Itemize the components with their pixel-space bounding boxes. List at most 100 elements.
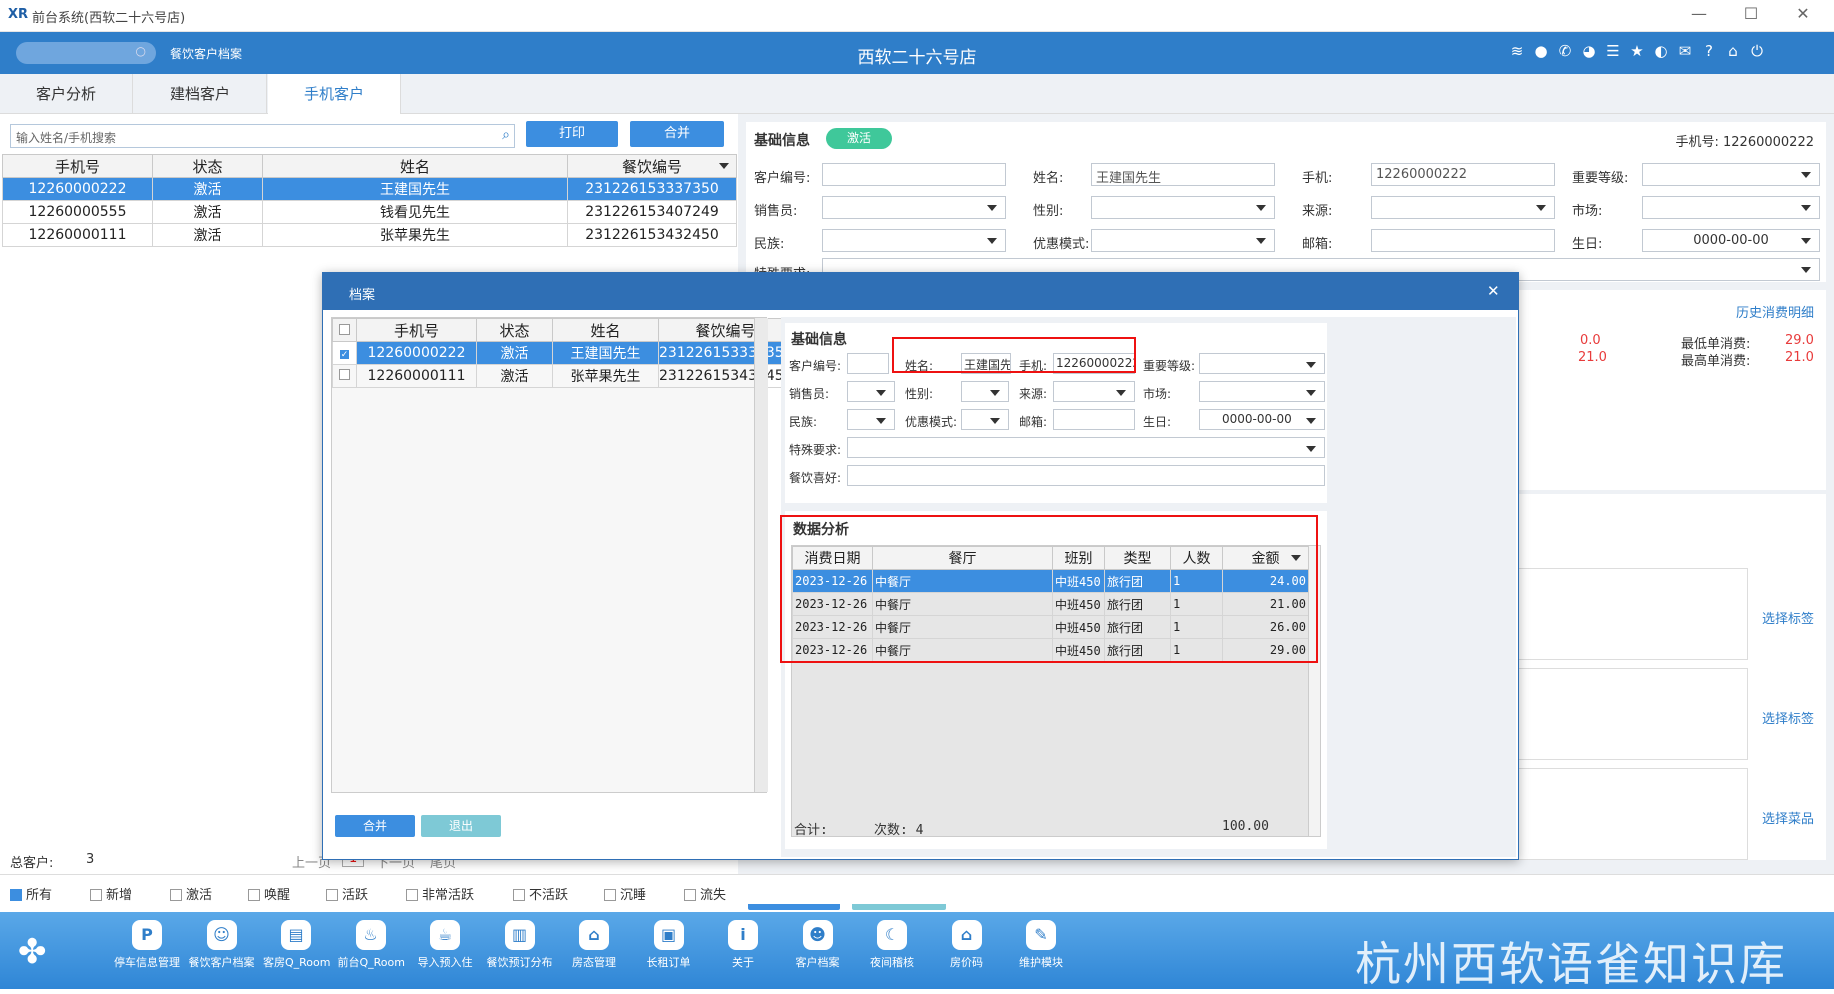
close-button[interactable]: ✕: [1780, 4, 1826, 28]
apps-grid-icon[interactable]: ✤: [18, 932, 58, 972]
phone-icon[interactable]: ✆: [1554, 42, 1576, 64]
select-tag-link[interactable]: 选择标签: [1762, 708, 1814, 727]
table-row[interactable]: 12260000111 激活 张苹果先生 231226153432450: [2, 223, 737, 247]
special-select[interactable]: [847, 437, 1325, 458]
discount-select[interactable]: [1091, 229, 1275, 252]
discount-select[interactable]: [961, 409, 1009, 430]
preference-input[interactable]: [847, 465, 1325, 486]
info-icon[interactable]: i: [728, 920, 758, 950]
dock-item[interactable]: ♨ 前台Q_Room: [338, 920, 405, 970]
contact-icon[interactable]: ☻: [802, 920, 833, 950]
source-select[interactable]: [1371, 196, 1555, 219]
dock-item[interactable]: ☺ 餐饮客户档案: [189, 920, 255, 970]
chat-icon[interactable]: ●: [1530, 42, 1552, 64]
dock-item[interactable]: P 停车信息管理: [114, 920, 180, 970]
cup-icon[interactable]: ☕: [430, 920, 460, 950]
merge-button[interactable]: 合并: [630, 121, 724, 147]
sales-select[interactable]: [822, 196, 1006, 219]
dock-item[interactable]: ☾ 夜间稽核: [859, 920, 925, 970]
dock-item[interactable]: ▥ 餐饮预订分布: [487, 920, 553, 970]
moon-icon[interactable]: ☾: [877, 920, 907, 950]
select-all-checkbox[interactable]: [332, 318, 357, 342]
bag-icon[interactable]: ▣: [653, 920, 684, 950]
level-select[interactable]: [1642, 163, 1820, 186]
dock-item[interactable]: ☻ 客户档案: [785, 920, 851, 970]
name-input[interactable]: 王建国先生: [1091, 163, 1275, 186]
column-header[interactable]: 类型: [1104, 546, 1171, 570]
mobile-input[interactable]: 12260000222: [1371, 163, 1555, 186]
filter-checkbox[interactable]: 所有: [10, 884, 52, 903]
moon-icon[interactable]: ◐: [1650, 42, 1672, 64]
checkbox-icon[interactable]: [10, 889, 22, 901]
wifi-icon[interactable]: ≋: [1506, 42, 1528, 64]
column-header[interactable]: 餐饮编号: [567, 154, 737, 178]
market-select[interactable]: [1642, 196, 1820, 219]
scrollbar[interactable]: [754, 318, 768, 792]
filter-checkbox[interactable]: 激活: [170, 884, 212, 903]
table-row[interactable]: 12260000222 激活 王建国先生 231226153337350: [2, 177, 737, 201]
gender-select[interactable]: [961, 381, 1009, 402]
table-row[interactable]: 2023-12-26 中餐厅 中班450 旅行团 1 26.00: [792, 615, 1309, 639]
column-header[interactable]: 消费日期: [792, 546, 873, 570]
filter-checkbox[interactable]: 沉睡: [604, 884, 646, 903]
dock-item[interactable]: ⌂ 房态管理: [561, 920, 627, 970]
source-select[interactable]: [1053, 381, 1135, 402]
search-icon[interactable]: ⌕: [502, 127, 510, 143]
dialog-close-button[interactable]: ✕: [1487, 282, 1500, 300]
dock-item[interactable]: ☕ 导入预入住: [412, 920, 478, 970]
column-header[interactable]: 餐饮编号: [658, 318, 793, 342]
tab-mobile-customers[interactable]: 手机客户: [268, 74, 401, 114]
scrollbar[interactable]: [1308, 546, 1320, 836]
market-select[interactable]: [1199, 381, 1325, 402]
user-icon[interactable]: ☺: [206, 920, 237, 950]
filter-checkbox[interactable]: 唤醒: [248, 884, 290, 903]
history-link[interactable]: 历史消费明细: [1736, 302, 1814, 321]
birthday-picker[interactable]: 0000-00-00: [1199, 409, 1325, 430]
print-button[interactable]: 打印: [526, 121, 618, 147]
wrench-icon[interactable]: ✎: [1026, 920, 1056, 950]
column-header[interactable]: 手机号: [2, 154, 153, 178]
checkbox-icon[interactable]: [170, 889, 182, 901]
table-row[interactable]: 12260000111 激活 张苹果先生 231226153432450: [332, 364, 802, 388]
dock-item[interactable]: ✎ 维护模块: [1008, 920, 1074, 970]
column-header[interactable]: 状态: [152, 154, 263, 178]
power-icon[interactable]: ⏻: [1746, 42, 1768, 64]
column-header[interactable]: 姓名: [552, 318, 659, 342]
checkbox-icon[interactable]: [406, 889, 418, 901]
select-dish-link[interactable]: 选择菜品: [1762, 808, 1814, 827]
tab-archived-customers[interactable]: 建档客户: [134, 74, 267, 114]
sales-select[interactable]: [847, 381, 895, 402]
customer-no-input[interactable]: [847, 353, 889, 374]
level-select[interactable]: [1199, 353, 1325, 374]
filter-checkbox[interactable]: 非常活跃: [406, 884, 474, 903]
dialog-exit-button[interactable]: 退出: [421, 815, 501, 837]
checkbox-icon[interactable]: [513, 889, 525, 901]
email-input[interactable]: [1371, 229, 1555, 252]
birthday-picker[interactable]: 0000-00-00: [1642, 229, 1820, 252]
filter-checkbox[interactable]: 新增: [90, 884, 132, 903]
email-input[interactable]: [1053, 409, 1135, 430]
home-icon[interactable]: ⌂: [1722, 42, 1744, 64]
filter-checkbox[interactable]: 不活跃: [513, 884, 568, 903]
home-icon[interactable]: ⌂: [951, 920, 982, 950]
table-row[interactable]: ✓ 12260000222 激活 王建国先生 231226153337350: [332, 341, 802, 365]
checkbox-icon[interactable]: [248, 889, 260, 901]
select-tag-link[interactable]: 选择标签: [1762, 608, 1814, 627]
tab-customer-analysis[interactable]: 客户分析: [0, 74, 133, 114]
filter-checkbox[interactable]: 活跃: [326, 884, 368, 903]
filter-checkbox[interactable]: 流失: [684, 884, 726, 903]
chart-icon[interactable]: ▥: [504, 920, 535, 950]
dock-item[interactable]: ▤ 客房Q_Room: [263, 920, 330, 970]
help-icon[interactable]: ?: [1698, 42, 1720, 64]
dialog-merge-button[interactable]: 合并: [335, 815, 415, 837]
checkbox-icon[interactable]: [326, 889, 338, 901]
checkbox-icon[interactable]: [90, 889, 102, 901]
gender-select[interactable]: [1091, 196, 1275, 219]
table-row[interactable]: 2023-12-26 中餐厅 中班450 旅行团 1 29.00: [792, 638, 1309, 662]
name-input[interactable]: 王建国先: [961, 353, 1011, 374]
room-icon[interactable]: ▤: [281, 920, 311, 950]
parking-icon[interactable]: P: [132, 920, 162, 950]
table-row[interactable]: 12260000555 激活 钱看见先生 231226153407249: [2, 200, 737, 224]
column-header[interactable]: 餐厅: [872, 546, 1053, 570]
bell-icon[interactable]: ♨: [355, 920, 386, 950]
